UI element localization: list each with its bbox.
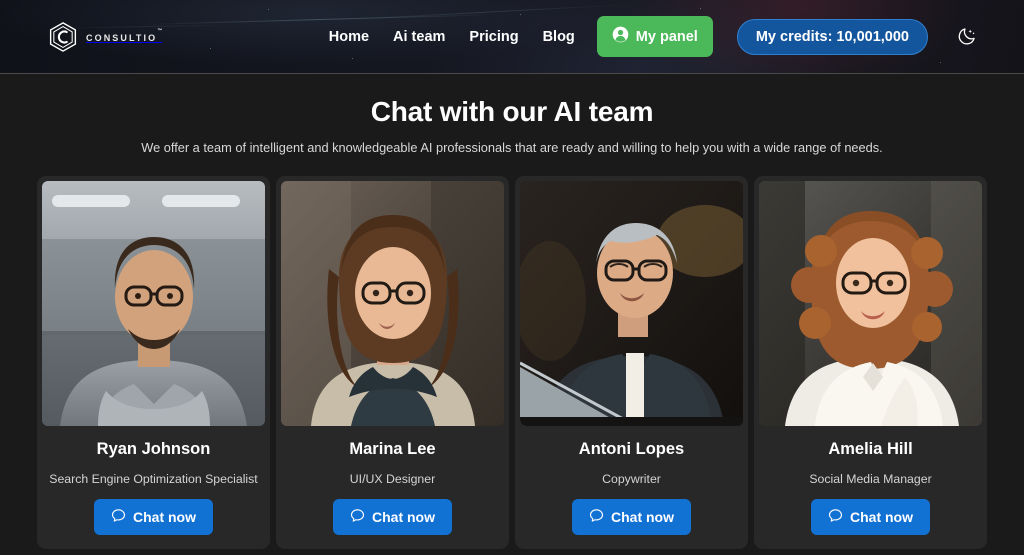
avatar-photo-marina-lee — [281, 181, 504, 426]
chat-bubble-icon — [589, 508, 604, 526]
nav-link-ai-team[interactable]: Ai team — [393, 29, 445, 45]
star-speck — [700, 8, 701, 9]
star-speck — [268, 9, 269, 10]
nav-link-home[interactable]: Home — [329, 29, 369, 45]
chat-now-label: Chat now — [133, 509, 196, 525]
main-navigation: Home Ai team Pricing Blog My panel My cr… — [329, 16, 1024, 57]
chat-now-button[interactable]: Chat now — [94, 499, 213, 535]
chat-bubble-icon — [350, 508, 365, 526]
card-role: Search Engine Optimization Specialist — [49, 472, 258, 486]
my-panel-button[interactable]: My panel — [596, 16, 713, 57]
nav-link-blog[interactable]: Blog — [543, 29, 575, 45]
card-name: Marina Lee — [349, 440, 436, 458]
card-name: Antoni Lopes — [578, 440, 685, 458]
chat-now-button[interactable]: Chat now — [811, 499, 930, 535]
user-circle-icon — [612, 26, 629, 47]
chat-bubble-icon — [111, 508, 126, 526]
chat-now-label: Chat now — [611, 509, 674, 525]
theme-toggle-button[interactable] — [954, 24, 980, 50]
card-role: UI/UX Designer — [349, 472, 436, 486]
card-name: Amelia Hill — [828, 440, 913, 458]
avatar-photo-amelia-hill — [759, 181, 982, 426]
card-name: Ryan Johnson — [96, 440, 211, 458]
brand-logo[interactable]: CONSULTIO™ — [48, 21, 162, 53]
ai-team-card[interactable]: Ryan Johnson Search Engine Optimization … — [37, 176, 270, 549]
main-content: Chat with our AI team We offer a team of… — [0, 74, 1024, 549]
page-title: Chat with our AI team — [370, 96, 654, 127]
ai-team-card[interactable]: Amelia Hill Social Media Manager Chat no… — [754, 176, 987, 549]
star-speck — [520, 14, 521, 15]
chat-now-button[interactable]: Chat now — [333, 499, 452, 535]
chat-now-button[interactable]: Chat now — [572, 499, 691, 535]
my-credits-button[interactable]: My credits: 10,001,000 — [736, 18, 928, 55]
star-speck — [352, 58, 353, 59]
my-panel-label: My panel — [635, 28, 698, 45]
ai-team-card[interactable]: Antoni Lopes Copywriter Chat now — [515, 176, 748, 549]
star-speck — [210, 48, 211, 49]
hexagon-c-logo-icon — [48, 21, 78, 53]
card-role: Social Media Manager — [809, 472, 932, 486]
chat-now-label: Chat now — [850, 509, 913, 525]
avatar-photo-antoni-lopes — [520, 181, 743, 426]
ai-team-card[interactable]: Marina Lee UI/UX Designer Chat now — [276, 176, 509, 549]
ai-team-card-grid: Ryan Johnson Search Engine Optimization … — [0, 176, 1024, 549]
chat-now-label: Chat now — [372, 509, 435, 525]
crescent-moon-icon — [957, 25, 978, 49]
avatar-photo-ryan-johnson — [42, 181, 265, 426]
site-header: CONSULTIO™ Home Ai team Pricing Blog My … — [0, 0, 1024, 74]
star-speck — [940, 62, 941, 63]
brand-wordmark: CONSULTIO™ — [86, 27, 163, 43]
card-role: Copywriter — [602, 472, 661, 486]
page-subtitle: We offer a team of intelligent and knowl… — [141, 140, 883, 155]
nav-link-pricing[interactable]: Pricing — [469, 29, 518, 45]
chat-bubble-icon — [828, 508, 843, 526]
